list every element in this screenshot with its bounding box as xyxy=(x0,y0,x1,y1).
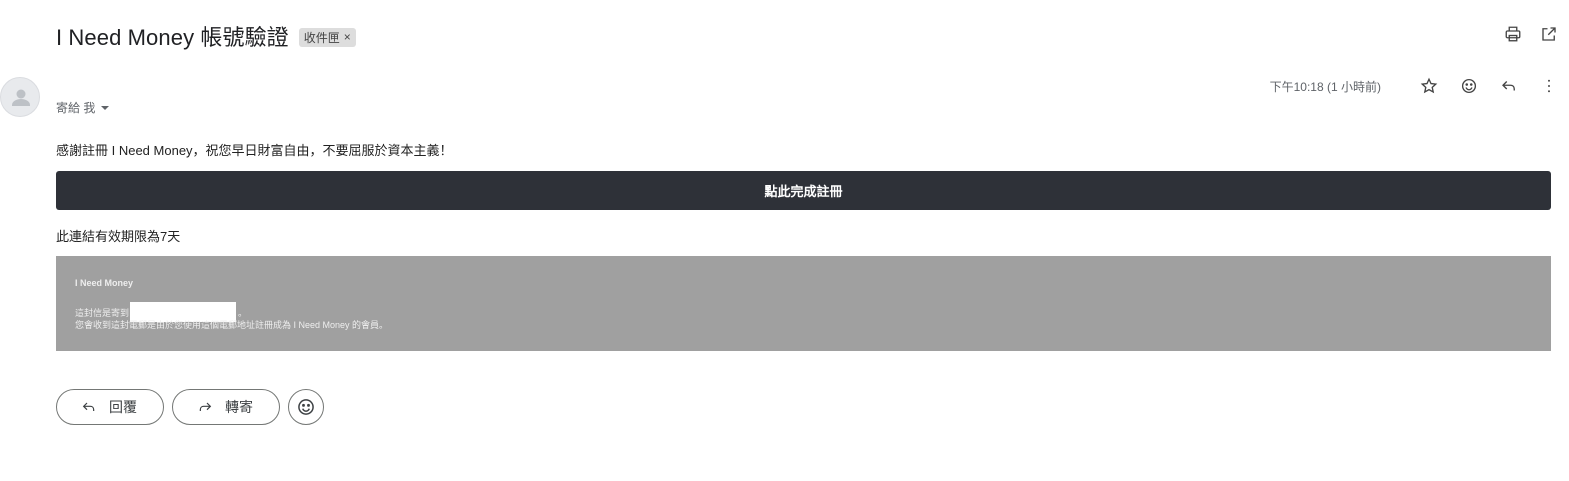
message-greeting: 感謝註冊 I Need Money，祝您早日財富自由，不要屈服於資本主義！ xyxy=(56,143,453,158)
footer-reason: 您會收到這封電郵是由於您使用這個電郵地址註冊成為 I Need Money 的會… xyxy=(75,320,389,330)
reply-icon[interactable] xyxy=(1499,76,1519,96)
remove-label-icon[interactable]: × xyxy=(344,30,351,44)
forward-icon xyxy=(199,402,212,411)
timestamp: 下午10:18 (1 小時前) xyxy=(1269,79,1381,94)
star-icon[interactable] xyxy=(1419,76,1439,96)
forward-button-label: 轉寄 xyxy=(225,399,253,415)
sent-to-suffix: 。 xyxy=(238,307,248,318)
email-subject: I Need Money 帳號驗證 xyxy=(56,25,289,50)
link-expiry-text: 此連結有效期限為7天 xyxy=(56,229,181,244)
footer-brand: I Need Money xyxy=(75,278,134,288)
more-vert-icon[interactable] xyxy=(1539,76,1559,96)
email-footer: I Need Money 這封信是寄到 。 您會收到這封電郵是由於您使用這個電郵… xyxy=(56,256,1551,351)
reply-button-label: 回覆 xyxy=(109,399,137,415)
reply-button[interactable]: 回覆 xyxy=(56,389,164,425)
reply-actions: 回覆 轉寄 xyxy=(56,389,324,425)
forward-button[interactable]: 轉寄 xyxy=(172,389,280,425)
top-toolbar xyxy=(1503,24,1559,44)
show-details-caret-icon[interactable] xyxy=(101,105,110,110)
default-avatar-icon xyxy=(12,89,30,106)
react-emoji-button[interactable] xyxy=(288,389,324,425)
label-chip-text: 收件匣 xyxy=(303,30,340,45)
cta-label: 點此完成註冊 xyxy=(764,184,843,199)
sent-to-prefix: 這封信是寄到 xyxy=(75,307,130,318)
reply-icon xyxy=(82,402,95,411)
complete-registration-button[interactable]: 點此完成註冊 xyxy=(56,171,1551,210)
emoji-icon xyxy=(298,399,314,415)
recipient-line: 寄給 我 xyxy=(56,99,110,116)
subject-row: I Need Money 帳號驗證 收件匣 × xyxy=(56,20,356,52)
inbox-label-chip[interactable]: 收件匣 × xyxy=(298,27,356,47)
emoji-icon[interactable] xyxy=(1459,76,1479,96)
print-icon[interactable] xyxy=(1503,24,1523,44)
open-in-new-window-icon[interactable] xyxy=(1539,24,1559,44)
recipient-text: 寄給 我 xyxy=(56,101,96,115)
message-meta: 下午10:18 (1 小時前) xyxy=(1270,76,1559,96)
avatar xyxy=(0,77,40,117)
